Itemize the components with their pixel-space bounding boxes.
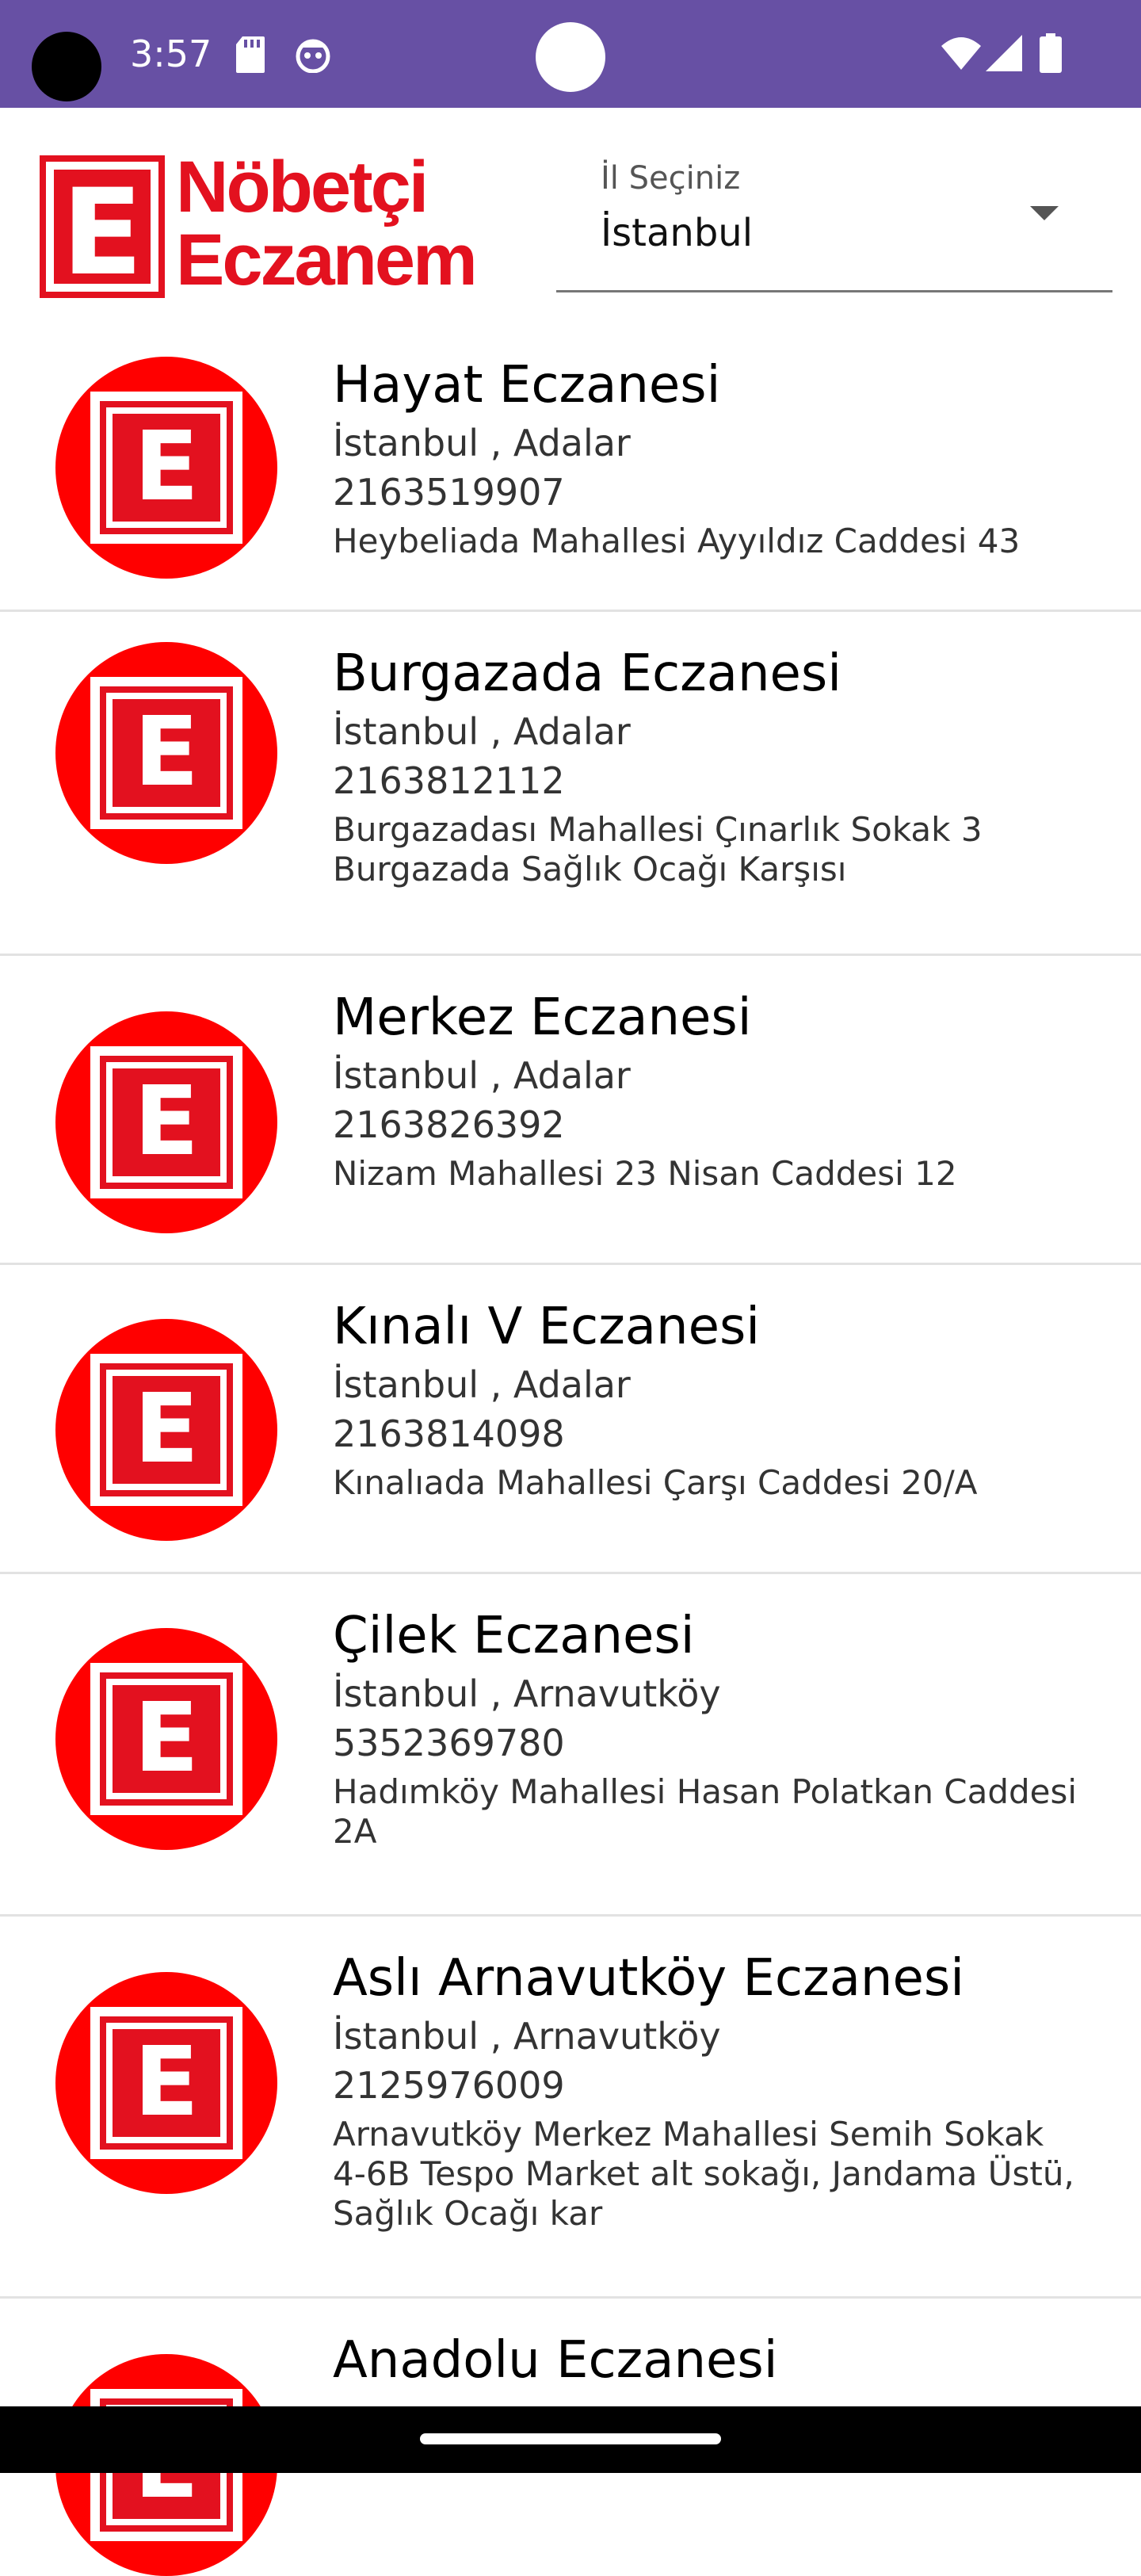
pharmacy-location: İstanbul , Adalar [333, 1363, 631, 1406]
list-item[interactable]: E Hayat Eczanesi İstanbul , Adalar 21635… [0, 323, 1141, 612]
address-line: Burgazadası Mahallesi Çınarlık Sokak 3 [333, 810, 983, 849]
pharmacy-e-icon: E [55, 1628, 277, 1850]
pharmacy-location: İstanbul , Adalar [333, 422, 631, 464]
face-icon [296, 39, 330, 73]
logo-text: Nöbetçi Eczanem [176, 147, 478, 300]
dropdown-arrow-icon[interactable] [1030, 206, 1059, 220]
pharmacy-location: İstanbul , Arnavutköy [333, 1672, 721, 1715]
signal-icon [986, 35, 1022, 71]
pharmacy-address: Arnavutköy Merkez Mahallesi Semih Sokak … [333, 2115, 1125, 2234]
pharmacy-address: Hadımköy Mahallesi Hasan Polatkan Caddes… [333, 1772, 1125, 1852]
pharmacy-phone[interactable]: 2163826392 [333, 1100, 1125, 1149]
pharmacy-e-icon: E [55, 1319, 277, 1541]
system-nav-bar [0, 2406, 1141, 2473]
address-line: Kınalıada Mahallesi Çarşı Caddesi 20/A [333, 1463, 978, 1502]
pharmacy-phone[interactable]: 2163814098 [333, 1409, 1125, 1458]
pharmacy-name: Aslı Arnavutköy Eczanesi [333, 1949, 964, 2008]
address-line: Arnavutköy Merkez Mahallesi Semih Sokak [333, 2115, 1044, 2154]
list-item[interactable]: E Burgazada Eczanesi İstanbul , Adalar 2… [0, 612, 1141, 956]
pharmacy-address: Burgazadası Mahallesi Çınarlık Sokak 3 B… [333, 810, 1125, 889]
address-line: Hadımköy Mahallesi Hasan Polatkan Caddes… [333, 1772, 1078, 1811]
list-item[interactable]: E Kınalı V Eczanesi İstanbul , Adalar 21… [0, 1265, 1141, 1574]
logo-e-letter: E [61, 164, 143, 302]
status-time: 3:57 [130, 32, 212, 75]
pharmacy-address: Heybeliada Mahallesi Ayyıldız Caddesi 43 [333, 522, 1125, 561]
pharmacy-phone[interactable]: 2163519907 [333, 468, 1125, 517]
pharmacy-address: Nizam Mahallesi 23 Nisan Caddesi 12 [333, 1154, 1125, 1194]
address-line: Burgazada Sağlık Ocağı Karşısı [333, 850, 847, 889]
wifi-icon [941, 37, 981, 70]
pharmacy-name: Anadolu Eczanesi [333, 2331, 778, 2390]
pharmacy-location: İstanbul , Adalar [333, 710, 631, 753]
city-select-value: İstanbul [601, 211, 754, 255]
city-select-label: İl Seçiniz [601, 160, 741, 197]
pharmacy-phone[interactable]: 5352369780 [333, 1718, 1125, 1768]
address-line: Sağlık Ocağı kar [333, 2194, 603, 2233]
pharmacy-e-icon: E [55, 642, 277, 864]
pharmacy-name: Hayat Eczanesi [333, 356, 721, 415]
address-line: 2A [333, 1812, 377, 1851]
pharmacy-location: İstanbul , Arnavutköy [333, 2015, 721, 2058]
pharmacy-list: E Hayat Eczanesi İstanbul , Adalar 21635… [0, 323, 1141, 2576]
pharmacy-name: Çilek Eczanesi [333, 1607, 695, 1665]
logo-line-1: Nöbetçi [176, 147, 429, 227]
logo-e-box: E [40, 155, 165, 298]
pharmacy-location: İstanbul , Adalar [333, 1054, 631, 1097]
pharmacy-name: Kınalı V Eczanesi [333, 1298, 761, 1356]
address-line: Nizam Mahallesi 23 Nisan Caddesi 12 [333, 1154, 957, 1193]
logo-line-2: Eczanem [176, 220, 478, 300]
list-item[interactable]: E Çilek Eczanesi İstanbul , Arnavutköy 5… [0, 1574, 1141, 1917]
address-line: 4-6B Tespo Market alt sokağı, Jandama Üs… [333, 2154, 1074, 2193]
address-line: Heybeliada Mahallesi Ayyıldız Caddesi 43 [333, 522, 1021, 560]
battery-icon [1040, 33, 1062, 73]
pharmacy-e-icon: E [55, 1972, 277, 2194]
camera-cutout [32, 32, 101, 101]
pharmacy-e-icon: E [55, 357, 277, 579]
app-logo: E Nöbetçi Eczanem [40, 151, 478, 300]
pharmacy-name: Merkez Eczanesi [333, 988, 752, 1047]
list-item[interactable]: E Aslı Arnavutköy Eczanesi İstanbul , Ar… [0, 1917, 1141, 2299]
pharmacy-phone[interactable]: 2125976009 [333, 2061, 1125, 2110]
pharmacy-name: Burgazada Eczanesi [333, 644, 841, 703]
sd-card-icon [236, 36, 265, 73]
pharmacy-phone[interactable]: 2163812112 [333, 756, 1125, 805]
list-item[interactable]: E Merkez Eczanesi İstanbul , Adalar 2163… [0, 956, 1141, 1265]
front-sensor [536, 22, 605, 92]
list-item[interactable]: E Anadolu Eczanesi [0, 2299, 1141, 2576]
pharmacy-address: Kınalıada Mahallesi Çarşı Caddesi 20/A [333, 1463, 1125, 1503]
home-gesture-handle[interactable] [420, 2433, 721, 2444]
city-select[interactable]: İl Seçiniz İstanbul [556, 155, 1112, 292]
status-bar: 3:57 [0, 0, 1141, 108]
pharmacy-e-icon: E [55, 1011, 277, 1233]
